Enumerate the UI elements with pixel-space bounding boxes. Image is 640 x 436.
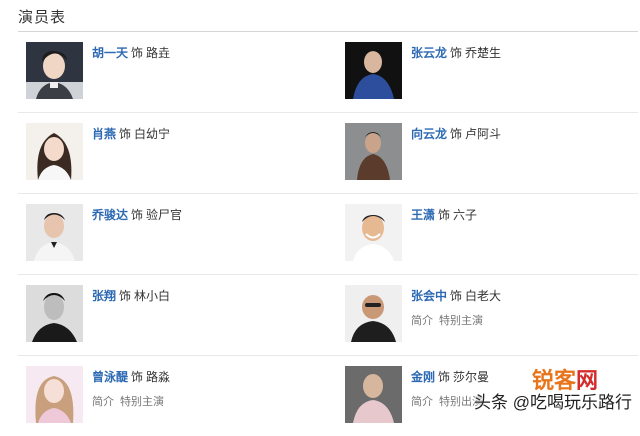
as-label: 饰 <box>450 289 463 303</box>
actor-name[interactable]: 乔骏达 <box>92 208 128 222</box>
as-label: 饰 <box>131 208 144 222</box>
actor-name[interactable]: 张翔 <box>92 289 116 303</box>
cast-item: 胡一天饰路垚 <box>26 42 326 102</box>
actor-name[interactable]: 张云龙 <box>411 46 447 60</box>
billing-tag: 特别主演 <box>120 396 164 408</box>
actor-photo[interactable] <box>26 42 83 99</box>
as-label: 饰 <box>450 127 463 141</box>
cast-item: 张翔饰林小白 <box>26 285 326 345</box>
actor-photo[interactable] <box>26 366 83 423</box>
cast-item: 张会中饰白老大 简介 特别主演 <box>345 285 640 345</box>
intro-link[interactable]: 简介 <box>411 315 433 327</box>
as-label: 饰 <box>131 370 144 384</box>
actor-photo[interactable] <box>345 42 402 99</box>
as-label: 饰 <box>119 289 132 303</box>
actor-photo[interactable] <box>345 123 402 180</box>
cast-row: 胡一天饰路垚 张云龙饰乔楚生 <box>18 32 638 113</box>
intro-link[interactable]: 简介 <box>411 396 433 408</box>
as-label: 饰 <box>119 127 132 141</box>
actor-photo[interactable] <box>26 285 83 342</box>
intro-link[interactable]: 简介 <box>92 396 114 408</box>
actor-name[interactable]: 曾泳醍 <box>92 370 128 384</box>
as-label: 饰 <box>450 46 463 60</box>
cast-row: 肖燕饰白幼宁 向云龙饰卢阿斗 <box>18 113 638 194</box>
actor-name[interactable]: 向云龙 <box>411 127 447 141</box>
role-name: 路淼 <box>146 370 171 384</box>
actor-photo[interactable] <box>345 204 402 261</box>
role-name: 白老大 <box>465 289 502 303</box>
role-name: 莎尔曼 <box>453 370 490 384</box>
page-title: 演员表 <box>18 9 67 26</box>
actor-photo[interactable] <box>345 285 402 342</box>
role-name: 路垚 <box>146 46 171 60</box>
actor-photo[interactable] <box>26 204 83 261</box>
cast-row: 乔骏达饰验尸官 王潇饰六子 <box>18 194 638 275</box>
role-name: 六子 <box>453 208 478 222</box>
actor-name[interactable]: 张会中 <box>411 289 447 303</box>
cast-item: 向云龙饰卢阿斗 <box>345 123 640 183</box>
role-name: 林小白 <box>134 289 171 303</box>
billing-tag: 特别主演 <box>439 315 483 327</box>
role-name: 卢阿斗 <box>465 127 502 141</box>
actor-name[interactable]: 金刚 <box>411 370 435 384</box>
role-name: 验尸官 <box>146 208 183 222</box>
actor-photo[interactable] <box>345 366 402 423</box>
cast-item: 张云龙饰乔楚生 <box>345 42 640 102</box>
actor-photo[interactable] <box>26 123 83 180</box>
cast-row: 张翔饰林小白 张会中饰白老大 简介 特别主演 <box>18 275 638 356</box>
as-label: 饰 <box>438 370 451 384</box>
as-label: 饰 <box>131 46 144 60</box>
cast-item: 乔骏达饰验尸官 <box>26 204 326 264</box>
cast-item: 王潇饰六子 <box>345 204 640 264</box>
actor-name[interactable]: 肖燕 <box>92 127 116 141</box>
cast-item: 肖燕饰白幼宁 <box>26 123 326 183</box>
actor-name[interactable]: 胡一天 <box>92 46 128 60</box>
cast-item: 曾泳醍饰路淼 简介 特别主演 <box>26 366 326 426</box>
role-name: 白幼宁 <box>134 127 171 141</box>
role-name: 乔楚生 <box>465 46 502 60</box>
watermark-text: 头条 @吃喝玩乐路行 <box>474 393 632 412</box>
as-label: 饰 <box>438 208 451 222</box>
actor-name[interactable]: 王潇 <box>411 208 435 222</box>
